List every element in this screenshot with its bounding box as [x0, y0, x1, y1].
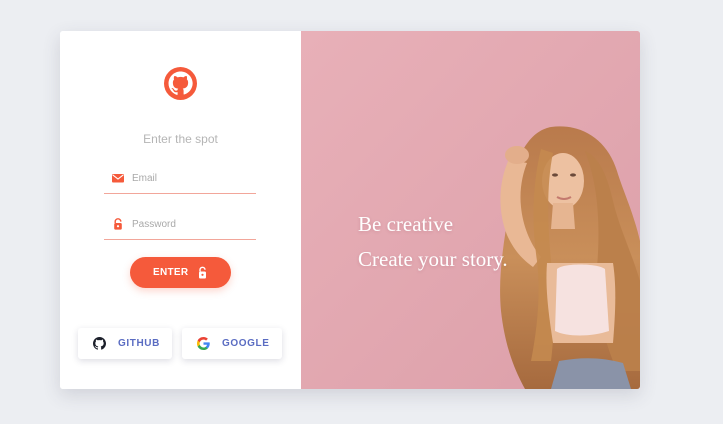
hero-panel: Be creative Create your story. [301, 31, 640, 389]
enter-button[interactable]: ENTER [130, 257, 231, 288]
github-icon [93, 337, 106, 350]
password-field[interactable] [104, 209, 256, 240]
login-panel: Enter the spot ENTER [60, 31, 301, 389]
email-input[interactable] [132, 169, 252, 187]
envelope-icon [112, 174, 124, 183]
lock-icon [199, 266, 206, 279]
tagline: Enter the spot [143, 132, 218, 146]
hero-photo [301, 31, 640, 389]
github-button[interactable]: GITHUB [78, 328, 172, 359]
github-button-label: GITHUB [118, 338, 160, 349]
email-field[interactable] [104, 163, 256, 194]
password-input[interactable] [132, 215, 252, 233]
google-button[interactable]: GOOGLE [182, 328, 282, 359]
github-logo-icon [164, 67, 197, 100]
hero-headline: Be creative [358, 212, 454, 236]
google-icon [197, 337, 210, 350]
hero-subheadline: Create your story. [358, 247, 508, 271]
enter-button-label: ENTER [153, 267, 189, 278]
login-card: Enter the spot ENTER [60, 31, 640, 389]
google-button-label: GOOGLE [222, 338, 270, 349]
lock-icon [114, 218, 122, 230]
